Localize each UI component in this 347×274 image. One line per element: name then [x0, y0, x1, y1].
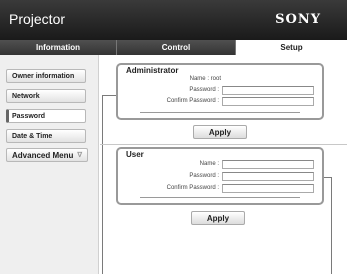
sidebar-item-label: Password [12, 112, 46, 120]
admin-divider [140, 112, 300, 113]
user-group: User Name : Password : Confirm Password … [116, 147, 324, 205]
user-password-label: Password : [189, 173, 219, 179]
sidebar-item-advanced-menu[interactable]: Advanced Menu ∇ [6, 148, 88, 162]
admin-password-row: Password : [118, 87, 219, 95]
user-name-input[interactable] [222, 160, 314, 169]
sidebar-item-label: Network [12, 92, 40, 100]
sidebar-item-owner-information[interactable]: Owner information [6, 69, 86, 83]
user-confirm-password-input[interactable] [222, 184, 314, 193]
tab-control[interactable]: Control [117, 40, 236, 55]
user-password-input[interactable] [222, 172, 314, 181]
administrator-title: Administrator [126, 66, 179, 75]
user-password-row: Password : [118, 173, 219, 181]
sidebar-item-label: Advanced Menu [12, 150, 74, 160]
user-name-label: Name : [199, 161, 219, 167]
sidebar-item-label: Date & Time [12, 132, 53, 140]
sidebar-item-network[interactable]: Network [6, 89, 86, 103]
admin-password-label: Password : [189, 87, 219, 93]
frame-line-left [102, 95, 103, 274]
user-confirm-row: Confirm Password : [118, 185, 219, 193]
admin-name-label: Name : root [189, 76, 221, 82]
user-apply-button[interactable]: Apply [191, 211, 245, 225]
sidebar-item-label: Owner information [12, 72, 75, 80]
sidebar-item-password[interactable]: Password [6, 109, 86, 123]
admin-confirm-password-input[interactable] [222, 97, 314, 106]
admin-apply-button[interactable]: Apply [193, 125, 247, 139]
administrator-group: Administrator Name : root Password : Con… [116, 63, 324, 120]
tab-setup[interactable]: Setup [236, 40, 347, 55]
chevron-down-icon: ∇ [77, 152, 83, 159]
admin-password-input[interactable] [222, 86, 314, 95]
main-content: Administrator Name : root Password : Con… [100, 55, 347, 274]
user-name-row: Name : [118, 161, 219, 169]
sidebar-item-date-time[interactable]: Date & Time [6, 129, 86, 143]
admin-confirm-label: Confirm Password : [166, 98, 219, 104]
admin-name-row: Name : root [118, 76, 221, 84]
app-title: Projector [9, 11, 66, 27]
user-divider [140, 197, 300, 198]
brand-logo: SONY [275, 12, 321, 27]
frame-line-left-top [102, 95, 116, 96]
sidebar: Owner information Network Password Date … [0, 55, 99, 274]
tab-information[interactable]: Information [0, 40, 117, 55]
section-divider [100, 144, 347, 145]
tab-bar: Information Control Setup [0, 40, 347, 55]
frame-line-right [331, 177, 332, 274]
user-title: User [126, 150, 144, 159]
header-bar: Projector SONY [0, 0, 347, 40]
admin-confirm-row: Confirm Password : [118, 98, 219, 106]
user-confirm-label: Confirm Password : [166, 185, 219, 191]
